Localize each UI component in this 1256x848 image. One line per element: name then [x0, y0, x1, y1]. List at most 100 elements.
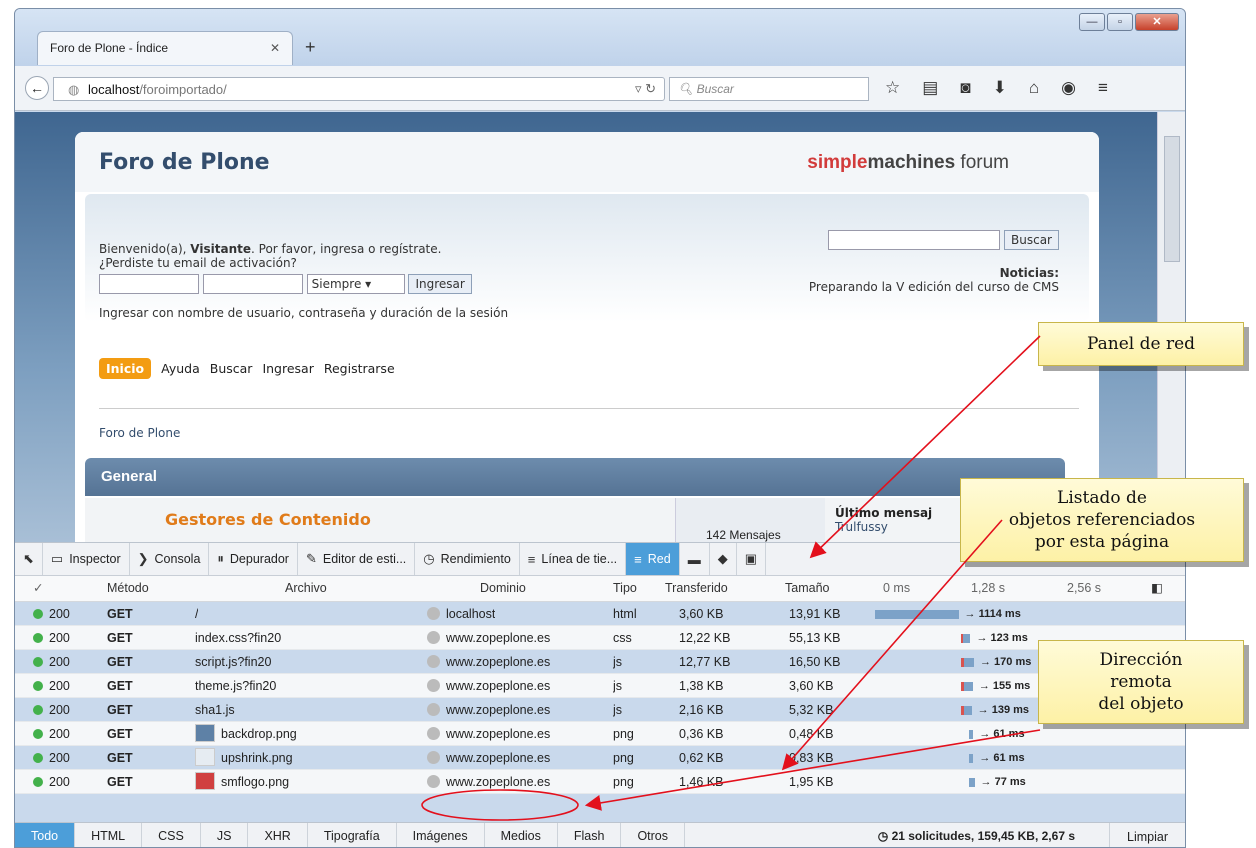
tab-depurador[interactable]: ⏸ Depurador	[209, 543, 298, 575]
domain-cell: www.zopeplone.es	[427, 626, 550, 650]
domain-cell: www.zopeplone.es	[427, 650, 550, 674]
time-label: → 77 ms	[980, 776, 1026, 788]
file-cell: sha1.js	[195, 703, 235, 717]
menu-ingresar[interactable]: Ingresar	[262, 361, 313, 376]
menu-registrarse[interactable]: Registrarse	[324, 361, 395, 376]
reading-list-icon[interactable]: ▤	[922, 78, 938, 98]
search-input[interactable]: 🔍︎ Buscar	[669, 77, 869, 101]
col-domain[interactable]: Dominio	[480, 576, 526, 600]
browser-tab[interactable]: Foro de Plone - Índice ✕	[37, 31, 293, 65]
type-cell: html	[613, 607, 637, 621]
table-row[interactable]: 200 GET upshrink.png www.zopeplone.es png 0,6…	[15, 746, 1185, 770]
minimize-icon[interactable]: —	[1079, 13, 1105, 31]
pocket-icon[interactable]: ◙	[960, 78, 970, 98]
element-picker-icon[interactable]: ⬉	[15, 543, 43, 575]
tab-rendimiento[interactable]: ◷ Rendimiento	[415, 543, 520, 575]
split-console-icon[interactable]: ▬	[680, 543, 710, 575]
clear-button[interactable]: Limpiar	[1109, 823, 1185, 847]
table-row[interactable]: 200 GET theme.js?fin20 www.zopeplone.es js 1,…	[15, 674, 1185, 698]
method-cell: GET	[107, 703, 133, 717]
download-icon[interactable]: ⬇	[993, 78, 1007, 98]
collapse-panel-icon[interactable]: ◧	[1151, 576, 1163, 600]
menu-ayuda[interactable]: Ayuda	[161, 361, 200, 376]
filter-otros[interactable]: Otros	[621, 823, 686, 847]
status-dot-icon	[33, 753, 43, 763]
url-bar[interactable]: ◍ localhost/foroimportado/ ▿ ↻	[53, 77, 665, 101]
tick-2: 2,56 s	[1067, 581, 1102, 595]
table-row[interactable]: 200 GET sha1.js www.zopeplone.es js 2,16 KB 5,…	[15, 698, 1185, 722]
transferred-cell: 3,60 KB	[679, 607, 724, 621]
filter-flash[interactable]: Flash	[558, 823, 622, 847]
menu-inicio[interactable]: Inicio	[99, 358, 152, 379]
file-cell: theme.js?fin20	[195, 679, 277, 693]
forum-search-field[interactable]	[828, 230, 1001, 250]
responsive-icon[interactable]: ▣	[737, 543, 766, 575]
network-filter-bar: Todo HTML CSS JS XHR Tipografía Imágenes Medios…	[15, 822, 1185, 847]
col-size[interactable]: Tamaño	[785, 576, 829, 600]
maximize-icon[interactable]: ▫	[1107, 13, 1133, 31]
new-tab-icon[interactable]: +	[305, 37, 316, 58]
reload-icon[interactable]: ▿ ↻	[635, 81, 656, 97]
filter-medios[interactable]: Medios	[485, 823, 558, 847]
back-icon[interactable]: ←	[25, 76, 49, 100]
forum-menu: Inicio Ayuda Buscar Ingresar Registrarse	[99, 358, 395, 379]
forgot-link[interactable]: ¿Perdiste tu email de activación?	[99, 256, 297, 270]
table-row[interactable]: 200 GET index.css?fin20 www.zopeplone.es css…	[15, 626, 1185, 650]
home-icon[interactable]: ⌂	[1029, 78, 1039, 98]
table-row[interactable]: 200 GET backdrop.png www.zopeplone.es png 0,3…	[15, 722, 1185, 746]
filter-xhr[interactable]: XHR	[248, 823, 308, 847]
style-editor-icon: ✎	[305, 551, 317, 566]
filter-todo[interactable]: Todo	[15, 823, 76, 847]
login-hint: Ingresar con nombre de usuario, contrase…	[99, 306, 509, 320]
table-row[interactable]: 200 GET smflogo.png www.zopeplone.es png 1,46…	[15, 770, 1185, 794]
password-field[interactable]	[202, 274, 303, 294]
filter-html[interactable]: HTML	[75, 823, 143, 847]
filter-css[interactable]: CSS	[142, 823, 201, 847]
bookmark-star-icon[interactable]: ☆	[885, 78, 900, 98]
close-tab-icon[interactable]: ✕	[270, 41, 280, 55]
method-cell: GET	[107, 631, 133, 645]
status-col-header[interactable]: ✓	[33, 576, 43, 600]
tab-linea[interactable]: ≡ Línea de tie...	[520, 543, 627, 575]
username-field[interactable]	[99, 274, 199, 294]
waterfall-bar	[968, 730, 974, 739]
news-text: Preparando la V edición del curso de CMS	[808, 280, 1059, 294]
breadcrumb[interactable]: Foro de Plone	[99, 426, 180, 440]
size-cell: 3,60 KB	[789, 679, 834, 693]
globe-icon	[427, 751, 440, 764]
board-name[interactable]: Gestores de Contenido	[165, 510, 371, 529]
tab-inspector[interactable]: ▭ Inspector	[43, 543, 130, 575]
transferred-cell: 0,62 KB	[679, 751, 724, 765]
tab-editor[interactable]: ✎ Editor de esti...	[298, 543, 416, 575]
col-file[interactable]: Archivo	[285, 576, 327, 600]
login-button[interactable]: Ingresar	[408, 274, 472, 294]
performance-icon: ◷	[423, 551, 435, 566]
col-transferred[interactable]: Transferido	[665, 576, 728, 600]
menu-icon[interactable]: ≡	[1098, 78, 1108, 98]
status-cell: 200	[33, 722, 70, 746]
domain-cell: www.zopeplone.es	[427, 722, 550, 746]
chat-icon[interactable]: ◉	[1061, 78, 1076, 98]
tab-red[interactable]: ≡ Red	[626, 543, 680, 575]
forum-search-button[interactable]: Buscar	[1004, 230, 1059, 250]
storage-icon[interactable]: ◆	[710, 543, 737, 575]
session-select[interactable]: Siempre ▾	[306, 274, 405, 294]
table-row[interactable]: 200 GET script.js?fin20 www.zopeplone.es js 1…	[15, 650, 1185, 674]
tab-consola[interactable]: ❯ Consola	[130, 543, 210, 575]
url-host: localhost	[88, 82, 140, 97]
table-row[interactable]: 200 GET / localhost html 3,60 KB 13,91 KB → 111…	[15, 602, 1185, 626]
callout-remote-address: Dirección remota del objeto	[1038, 640, 1244, 724]
menu-buscar[interactable]: Buscar	[210, 361, 253, 376]
close-window-icon[interactable]: ✕	[1135, 13, 1179, 31]
type-cell: png	[613, 775, 634, 789]
status-cell: 200	[33, 602, 70, 626]
filter-tipografía[interactable]: Tipografía	[308, 823, 397, 847]
col-type[interactable]: Tipo	[613, 576, 637, 600]
clock-icon: ◷	[877, 829, 889, 843]
filter-imágenes[interactable]: Imágenes	[397, 823, 485, 847]
time-label: → 123 ms	[976, 632, 1028, 644]
scrollbar-thumb[interactable]	[1164, 136, 1180, 262]
method-cell: GET	[107, 727, 133, 741]
filter-js[interactable]: JS	[201, 823, 249, 847]
col-method[interactable]: Método	[107, 576, 149, 600]
